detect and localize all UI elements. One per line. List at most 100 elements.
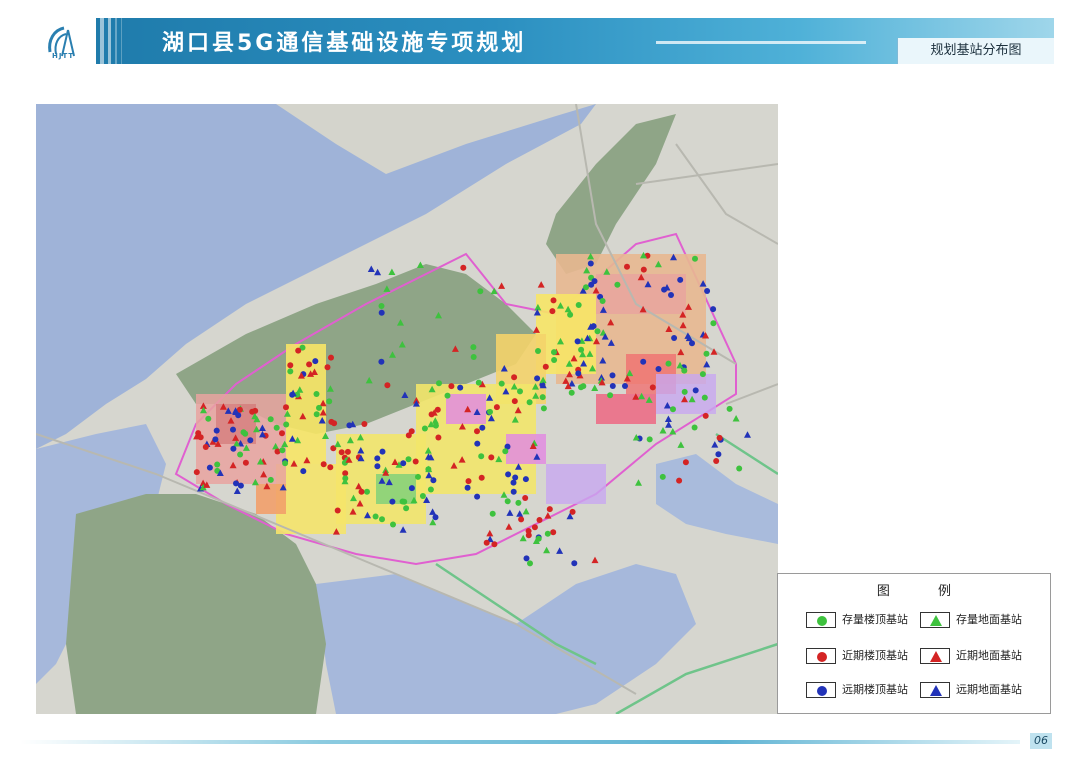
rooftop-station-marker (491, 541, 498, 548)
rooftop-station-marker (457, 384, 464, 391)
rooftop-station-marker (671, 335, 678, 341)
rooftop-station-marker (379, 448, 386, 455)
rooftop-station-marker (316, 404, 322, 411)
legend-symbol-blue-circle-icon (806, 682, 836, 698)
rooftop-station-marker (378, 303, 385, 309)
rooftop-station-marker (580, 383, 587, 390)
rooftop-station-marker (405, 456, 412, 463)
footer-divider (20, 740, 1020, 744)
rooftop-station-marker (474, 440, 481, 447)
page-number: 06 (1030, 733, 1052, 749)
rooftop-station-marker (517, 388, 523, 395)
rooftop-station-marker (214, 461, 221, 468)
rooftop-station-marker (487, 408, 493, 415)
rooftop-station-marker (551, 349, 557, 356)
rooftop-station-marker (400, 460, 407, 467)
rooftop-station-marker (408, 485, 415, 492)
rooftop-station-marker (691, 424, 698, 431)
rooftop-station-marker (551, 357, 558, 363)
station-distribution-map[interactable] (36, 104, 778, 714)
rooftop-station-marker (477, 288, 484, 295)
rooftop-station-marker (488, 454, 495, 461)
rooftop-station-marker (273, 424, 280, 431)
rooftop-station-marker (587, 260, 594, 267)
rooftop-station-marker (535, 535, 542, 542)
rooftop-station-marker (361, 421, 368, 427)
rooftop-station-marker (324, 364, 331, 371)
rooftop-station-marker (399, 498, 406, 505)
rooftop-station-marker (230, 426, 236, 433)
rooftop-station-marker (649, 384, 656, 391)
rooftop-station-marker (689, 340, 695, 347)
rooftop-station-marker (346, 422, 353, 429)
rooftop-station-marker (511, 374, 518, 381)
rooftop-station-marker (212, 436, 219, 443)
rooftop-station-marker (358, 488, 365, 495)
rooftop-station-marker (312, 358, 319, 365)
rooftop-station-marker (408, 428, 415, 435)
rooftop-station-marker (435, 434, 442, 441)
rooftop-station-marker (379, 516, 385, 523)
rooftop-station-marker (415, 473, 421, 480)
rooftop-station-marker (646, 436, 653, 443)
rooftop-station-marker (493, 404, 500, 411)
rooftop-station-marker (515, 499, 522, 506)
rooftop-station-marker (659, 473, 666, 480)
rooftop-station-marker (374, 463, 381, 470)
rooftop-station-marker (237, 451, 244, 458)
rooftop-station-marker (390, 521, 396, 528)
rooftop-station-marker (682, 459, 689, 466)
rooftop-station-marker (479, 424, 486, 431)
rooftop-station-marker (677, 276, 684, 283)
rooftop-station-marker (470, 354, 477, 360)
rooftop-station-marker (197, 434, 204, 441)
rooftop-station-marker (704, 288, 711, 294)
rooftop-station-marker (498, 380, 505, 387)
rooftop-station-marker (489, 510, 496, 517)
rooftop-station-marker (518, 516, 525, 523)
rooftop-station-marker (300, 468, 307, 475)
rooftop-station-marker (403, 505, 410, 512)
rooftop-station-marker (571, 560, 578, 567)
rooftop-station-marker (328, 354, 334, 361)
rooftop-station-marker (713, 458, 720, 464)
rooftop-station-marker (279, 447, 286, 454)
rooftop-station-marker (279, 430, 285, 437)
rooftop-station-marker (567, 311, 574, 318)
rooftop-station-marker (427, 486, 434, 493)
legend-title: 图 例 (876, 584, 974, 599)
rooftop-station-marker (460, 264, 467, 271)
rooftop-station-marker (681, 388, 688, 395)
rooftop-station-marker (326, 398, 333, 405)
rooftop-station-marker (327, 464, 334, 471)
rooftop-station-marker (692, 387, 699, 394)
legend-symbol-green-triangle-icon (920, 612, 950, 628)
rooftop-station-marker (699, 371, 706, 378)
rooftop-station-marker (475, 379, 482, 386)
rooftop-station-marker (527, 560, 533, 567)
rooftop-station-marker (240, 429, 247, 436)
header-stripes (98, 18, 128, 64)
rooftop-station-marker (470, 344, 477, 351)
rooftop-station-marker (436, 380, 442, 387)
rooftop-station-marker (233, 480, 239, 487)
rooftop-station-marker (609, 372, 616, 379)
rooftop-station-marker (510, 488, 517, 495)
rooftop-station-marker (505, 471, 512, 478)
rooftop-station-marker (599, 298, 606, 304)
rooftop-station-marker (465, 478, 472, 485)
rooftop-station-marker (539, 394, 546, 401)
rooftop-station-marker (535, 348, 541, 354)
rooftop-station-marker (334, 507, 341, 514)
page-title: 湖口县5G通信基础设施专项规划 (162, 31, 527, 56)
section-tab: 规划基站分布图 (897, 38, 1054, 64)
rooftop-station-marker (640, 266, 647, 273)
rooftop-station-marker (715, 451, 722, 458)
rooftop-station-marker (384, 382, 391, 389)
rooftop-station-marker (378, 358, 385, 365)
rooftop-station-marker (338, 449, 345, 456)
rooftop-station-marker (504, 498, 511, 505)
rooftop-station-marker (534, 375, 541, 382)
rooftop-station-marker (655, 366, 662, 372)
legend-symbol-red-triangle-icon (920, 648, 950, 664)
